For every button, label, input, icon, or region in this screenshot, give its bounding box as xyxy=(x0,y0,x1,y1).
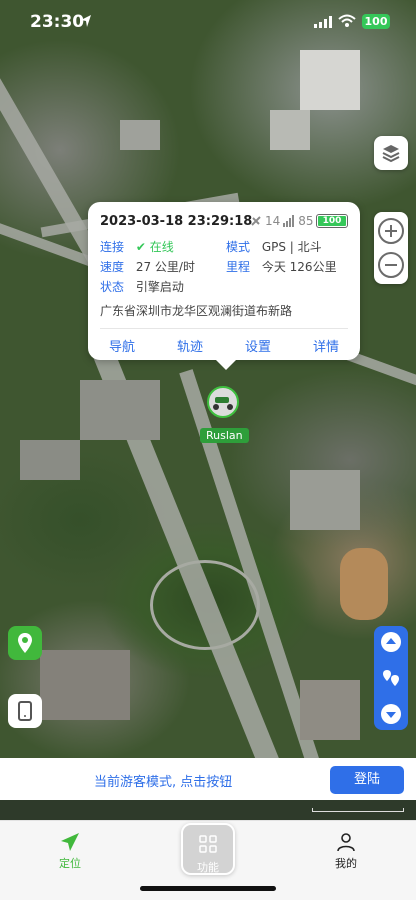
home-indicator xyxy=(140,886,276,891)
battery-indicator: 100 xyxy=(362,14,390,29)
popup-actions: 导航 轨迹 设置 详情 xyxy=(88,336,360,355)
wifi-icon xyxy=(338,14,356,27)
scooter-icon xyxy=(213,397,233,410)
device-battery-label: 100 xyxy=(322,216,342,226)
minus-icon xyxy=(385,264,397,266)
satellite-icon xyxy=(251,216,261,226)
popup-signal-info: 14 85 xyxy=(250,214,314,228)
next-vehicle-button[interactable] xyxy=(381,704,401,724)
details-button[interactable]: 详情 xyxy=(313,336,339,355)
all-vehicles-button[interactable] xyxy=(381,668,401,688)
cellular-signal-icon xyxy=(314,16,332,28)
row-mileage: 里程 今天 126公里 xyxy=(226,260,337,274)
satellite-count: 14 xyxy=(265,214,281,228)
popup-divider xyxy=(100,328,348,329)
row-state: 状态 引擎启动 xyxy=(100,280,184,294)
vehicle-address: 广东省深圳市龙华区观澜街道布新路 xyxy=(100,304,293,318)
locate-vehicle-button[interactable] xyxy=(8,626,42,660)
signal-bars-icon xyxy=(283,215,295,227)
grid-icon xyxy=(199,835,217,853)
scale-bar xyxy=(312,808,404,812)
tab-location[interactable]: 定位 xyxy=(40,831,100,871)
person-icon xyxy=(337,833,355,852)
tab-functions[interactable]: 功能 xyxy=(181,823,235,875)
locate-phone-button[interactable] xyxy=(8,694,42,728)
vehicle-name-label[interactable]: Ruslan xyxy=(200,428,249,443)
prev-vehicle-button[interactable] xyxy=(381,632,401,652)
satellite-map[interactable] xyxy=(0,0,416,820)
login-button[interactable]: 登陆 xyxy=(330,766,404,794)
arrow-down-icon xyxy=(386,712,396,718)
popup-datetime: 2023-03-18 23:29:18 xyxy=(100,214,253,229)
guest-mode-message: 当前游客模式, 点击按钮 xyxy=(94,775,233,790)
guest-mode-banner: 当前游客模式, 点击按钮 登陆 xyxy=(0,758,416,800)
multi-pin-icon xyxy=(383,670,399,686)
settings-button[interactable]: 设置 xyxy=(245,336,271,355)
layers-icon xyxy=(382,145,400,163)
map-pin-icon xyxy=(18,633,32,653)
map-nav-controls xyxy=(374,626,408,730)
tab-profile[interactable]: 我的 xyxy=(316,831,376,871)
signal-strength: 85 xyxy=(298,214,314,228)
device-battery: 100 xyxy=(316,214,348,228)
phone-icon xyxy=(18,701,32,721)
status-time: 23:30 xyxy=(30,12,85,32)
location-arrow-icon xyxy=(81,15,91,27)
map-scale-strip xyxy=(0,800,416,820)
navigate-button[interactable]: 导航 xyxy=(109,336,135,355)
send-icon xyxy=(61,833,79,851)
row-mode: 模式 GPS | 北斗 xyxy=(226,240,322,254)
zoom-in-button[interactable] xyxy=(378,218,404,244)
vehicle-info-popup: 2023-03-18 23:29:18 14 85 100 连接 ✔ 在线 模式… xyxy=(88,202,360,370)
zoom-out-button[interactable] xyxy=(378,252,404,278)
row-speed: 速度 27 公里/时 xyxy=(100,260,195,274)
status-bar: 23:30 100 xyxy=(0,0,416,46)
track-button[interactable]: 轨迹 xyxy=(177,336,203,355)
connection-status: ✔ 在线 xyxy=(135,240,174,254)
arrow-up-icon xyxy=(386,638,396,644)
map-layers-button[interactable] xyxy=(374,136,408,170)
zoom-controls xyxy=(374,212,408,284)
row-connection: 连接 ✔ 在线 xyxy=(100,240,174,254)
vehicle-marker[interactable] xyxy=(207,386,239,418)
